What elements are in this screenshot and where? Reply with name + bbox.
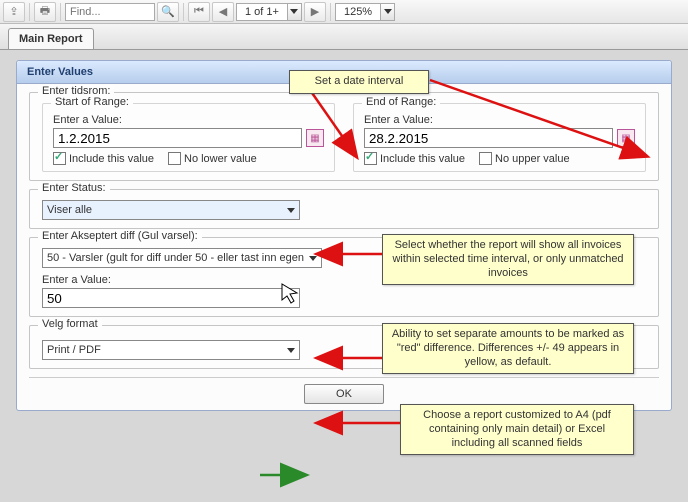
chevron-down-icon bbox=[305, 249, 321, 267]
panel-status-legend: Enter Status: bbox=[38, 182, 110, 194]
start-nolower-checkbox[interactable]: No lower value bbox=[168, 152, 257, 165]
end-value-label: Enter a Value: bbox=[364, 114, 635, 126]
first-page-icon[interactable]: ⏮ bbox=[188, 2, 210, 22]
ok-button[interactable]: OK bbox=[304, 384, 384, 404]
callout-status: Select whether the report will show all … bbox=[382, 234, 634, 285]
viewer-toolbar: ⇪ 🖶 🔍 ⏮ ◀ 1 of 1+ ▶ 125% bbox=[0, 0, 688, 24]
end-range-legend: End of Range: bbox=[362, 96, 440, 108]
panel-aksept-legend: Enter Akseptert diff (Gul varsel): bbox=[38, 230, 202, 242]
calendar-icon[interactable]: ▦ bbox=[617, 129, 635, 147]
callout-format: Choose a report customized to A4 (pdf co… bbox=[400, 404, 634, 455]
print-icon[interactable]: 🖶 bbox=[34, 2, 56, 22]
next-page-icon[interactable]: ▶ bbox=[304, 2, 326, 22]
chevron-down-icon bbox=[283, 341, 299, 359]
group-end-range: End of Range: Enter a Value: ▦ Include t… bbox=[353, 103, 646, 172]
page-indicator[interactable]: 1 of 1+ bbox=[236, 3, 302, 21]
panel-tidsrom: Enter tidsrom: Start of Range: Enter a V… bbox=[29, 92, 659, 181]
status-dropdown[interactable]: Viser alle bbox=[42, 200, 300, 220]
group-start-range: Start of Range: Enter a Value: ▦ Include… bbox=[42, 103, 335, 172]
chevron-down-icon[interactable] bbox=[287, 4, 301, 20]
panel-format-legend: Velg format bbox=[38, 318, 102, 330]
format-dropdown[interactable]: Print / PDF bbox=[42, 340, 300, 360]
panel-status: Enter Status: Viser alle bbox=[29, 189, 659, 229]
zoom-selector[interactable]: 125% bbox=[335, 3, 395, 21]
prev-page-icon[interactable]: ◀ bbox=[212, 2, 234, 22]
end-date-input[interactable] bbox=[364, 128, 613, 148]
start-include-checkbox[interactable]: Include this value bbox=[53, 152, 154, 165]
chevron-down-icon bbox=[283, 201, 299, 219]
tab-main-report[interactable]: Main Report bbox=[8, 28, 94, 49]
aksept-dropdown[interactable]: 50 - Varsler (gult for diff under 50 - e… bbox=[42, 248, 322, 268]
callout-aksept: Ability to set separate amounts to be ma… bbox=[382, 323, 634, 374]
start-value-label: Enter a Value: bbox=[53, 114, 324, 126]
end-include-checkbox[interactable]: Include this value bbox=[364, 152, 465, 165]
calendar-icon[interactable]: ▦ bbox=[306, 129, 324, 147]
find-input[interactable] bbox=[65, 3, 155, 21]
export-icon[interactable]: ⇪ bbox=[3, 2, 25, 22]
start-date-input[interactable] bbox=[53, 128, 302, 148]
start-range-legend: Start of Range: bbox=[51, 96, 133, 108]
aksept-value-input[interactable] bbox=[42, 288, 300, 308]
chevron-down-icon[interactable] bbox=[380, 4, 394, 20]
find-button-icon[interactable]: 🔍 bbox=[157, 2, 179, 22]
end-noupper-checkbox[interactable]: No upper value bbox=[479, 152, 570, 165]
tab-strip: Main Report bbox=[0, 24, 688, 50]
callout-date-interval: Set a date interval bbox=[289, 70, 429, 94]
